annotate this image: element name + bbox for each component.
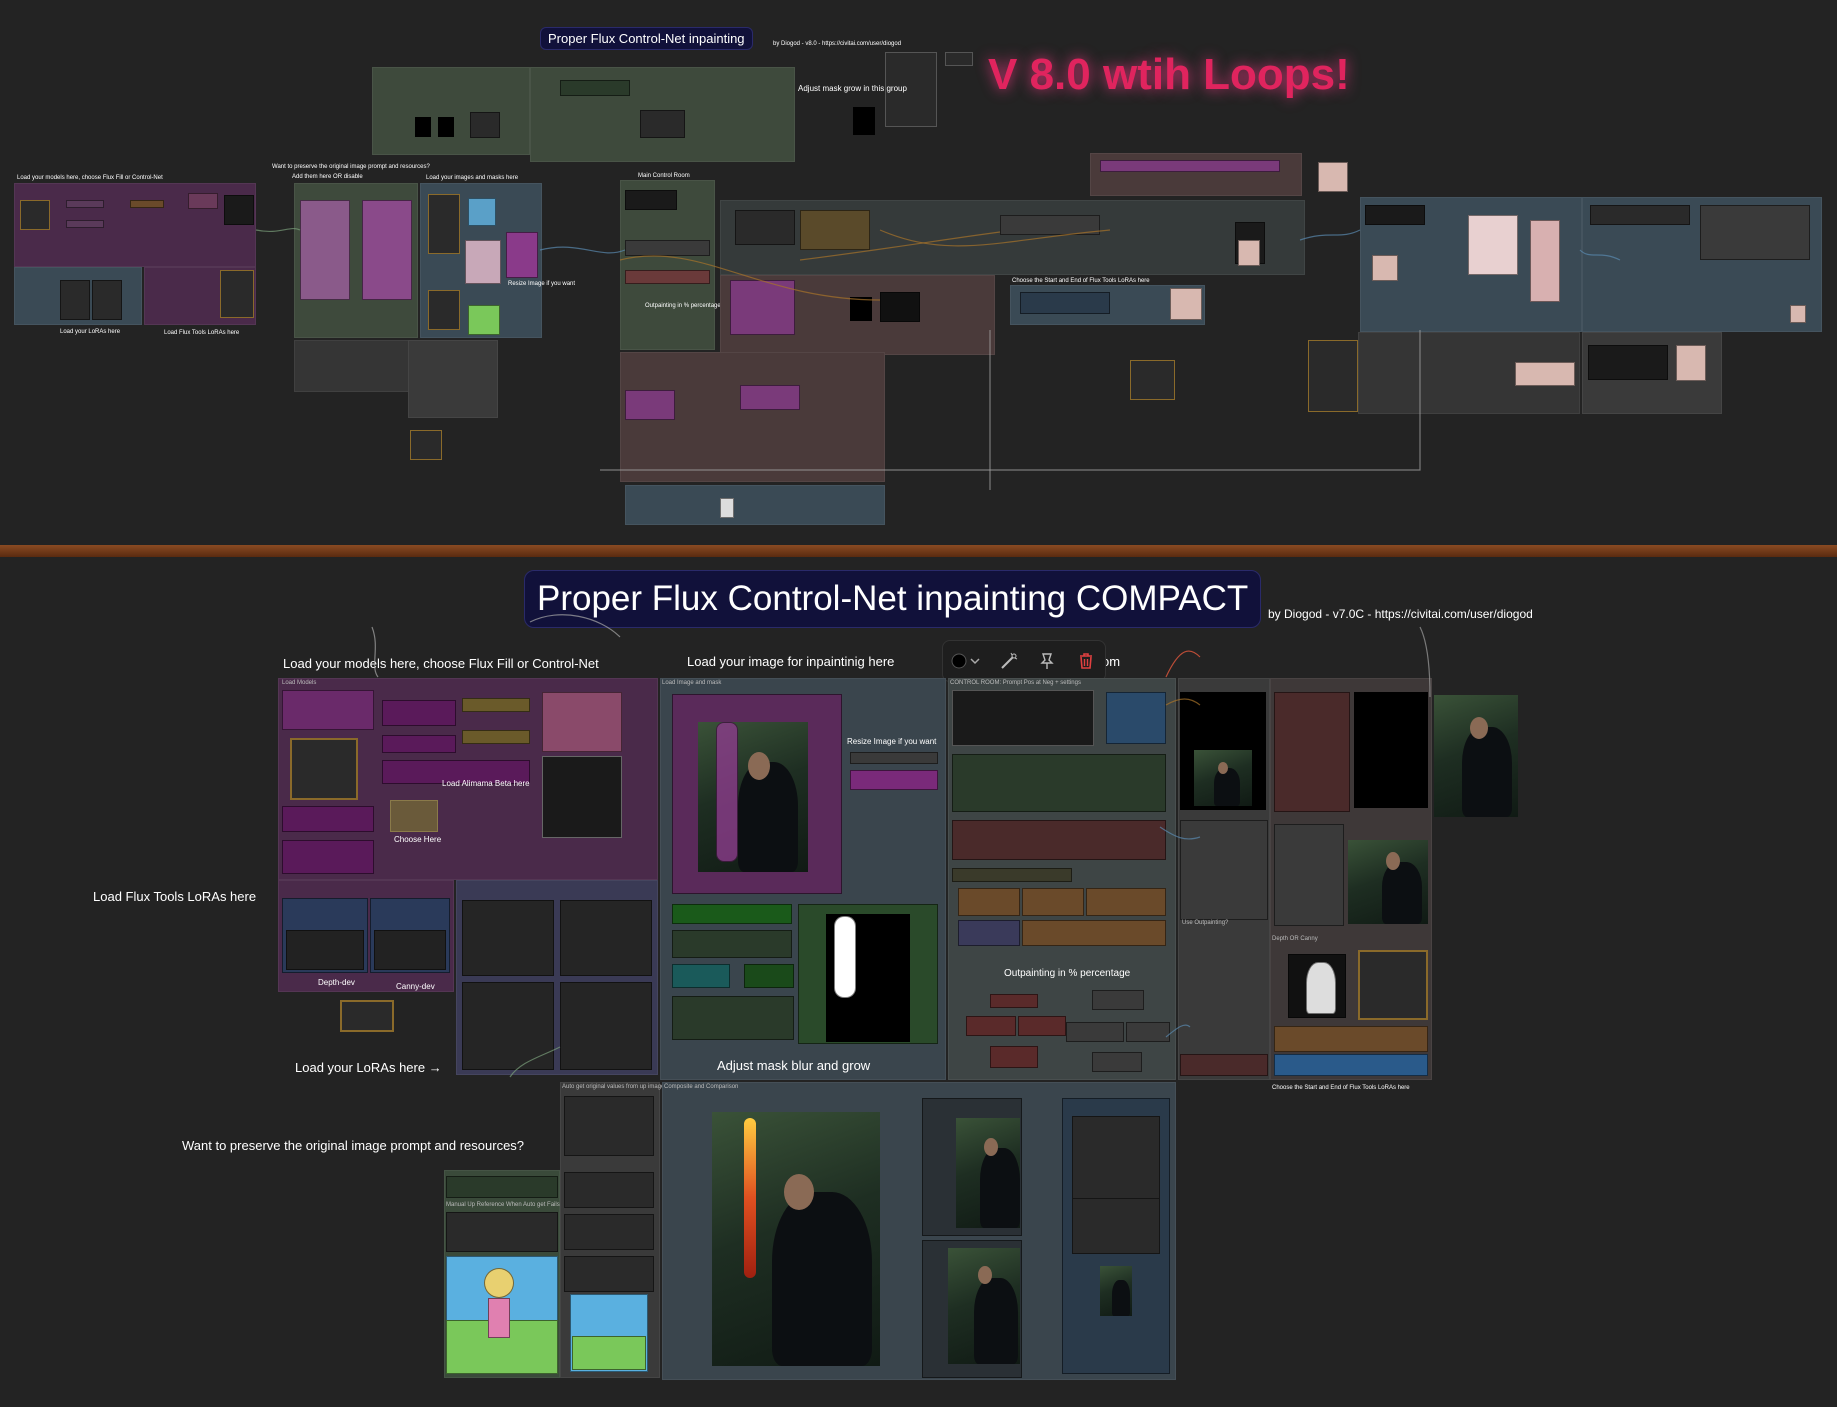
top-workflow: Proper Flux Control-Net inpainting by Di… — [0, 0, 1837, 545]
wires-bottom — [371, 614, 1431, 1078]
wires-top — [255, 227, 1621, 490]
section-divider — [0, 545, 1837, 557]
